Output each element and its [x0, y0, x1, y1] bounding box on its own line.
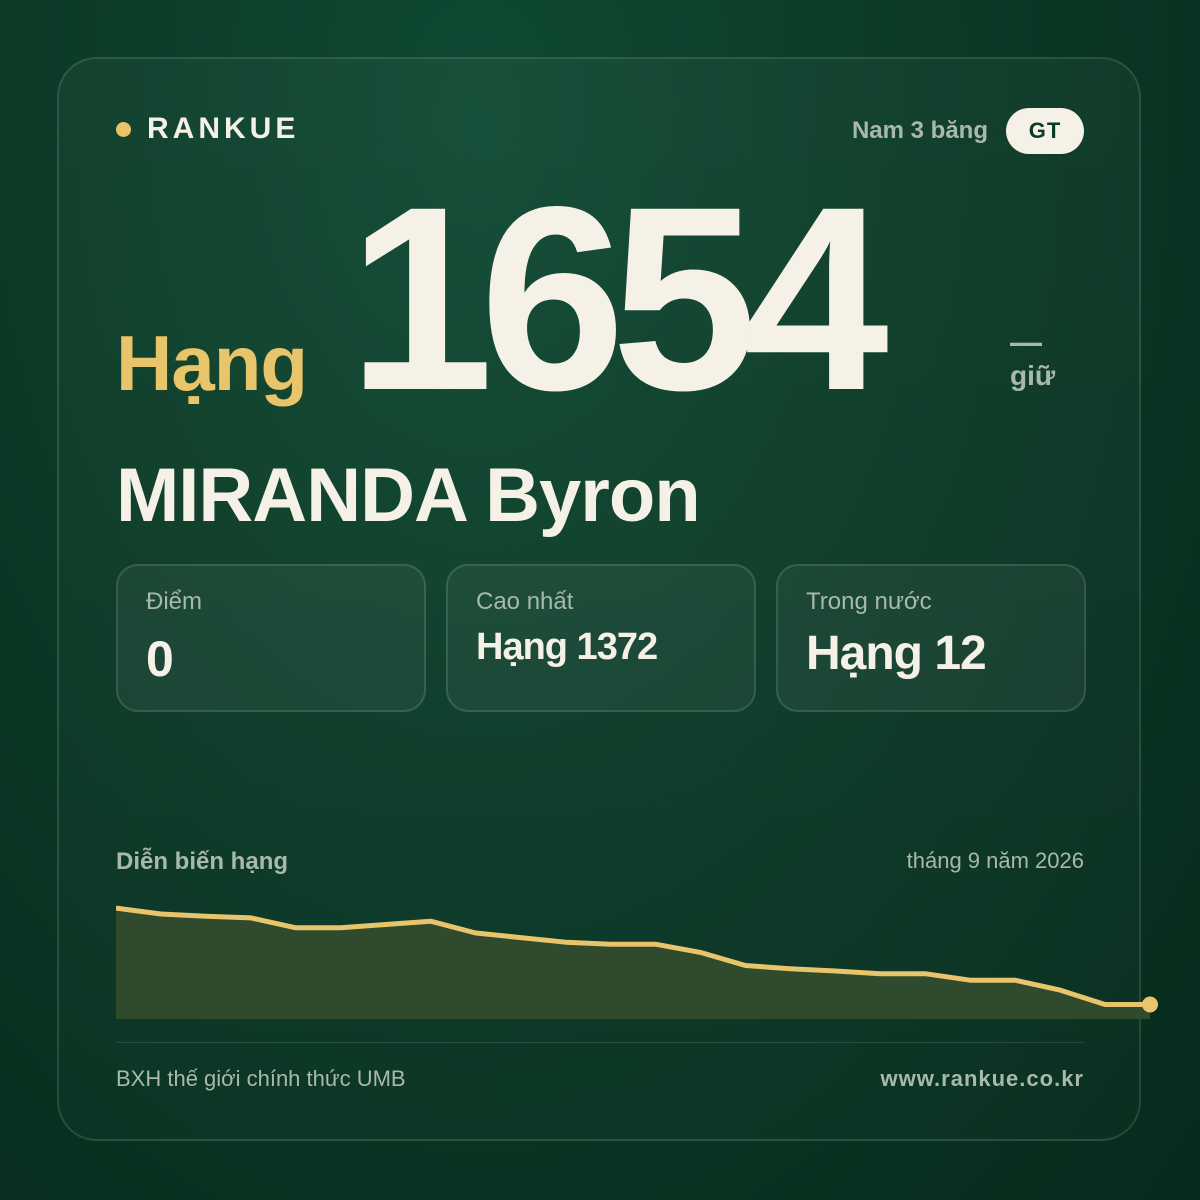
stat-card-best: Cao nhất Hạng 1372 — [446, 564, 756, 712]
trend-label: giữ — [1010, 360, 1056, 391]
stat-label: Trong nước — [806, 588, 932, 615]
stat-card-domestic: Trong nước Hạng 12 — [776, 564, 1086, 712]
chart-date: tháng 9 năm 2026 — [906, 848, 1084, 873]
brand-dot-icon — [116, 121, 131, 137]
category: Nam 3 băng GT — [852, 108, 1084, 154]
footer-website-link[interactable]: www.rankue.co.kr — [881, 1066, 1084, 1092]
rank-history-chart — [116, 905, 1158, 1019]
stat-card-points: Điểm 0 — [116, 564, 426, 712]
footer-source: BXH thế giới chính thức UMB — [116, 1066, 406, 1091]
stat-label: Cao nhất — [476, 588, 574, 615]
chart-end-point — [1142, 996, 1158, 1013]
category-badge: GT — [1006, 108, 1084, 154]
stat-label: Điểm — [146, 588, 203, 615]
stat-value: 0 — [146, 631, 174, 687]
footer-divider — [116, 1042, 1084, 1043]
brand-name: RANKUE — [147, 112, 300, 145]
player-name: MIRANDA Byron — [116, 453, 701, 538]
chart-title: Diễn biến hạng — [116, 848, 289, 875]
rank-word: Hạng — [116, 319, 308, 407]
rank-trend: — giữ — [1010, 324, 1056, 392]
stat-value: Hạng 1372 — [476, 626, 658, 668]
stat-value: Hạng 12 — [806, 627, 987, 680]
category-label: Nam 3 băng — [851, 117, 988, 144]
brand: RANKUE — [116, 112, 299, 146]
rank-number: 1654 — [348, 152, 889, 445]
trend-dash-icon: — — [1010, 324, 1042, 360]
